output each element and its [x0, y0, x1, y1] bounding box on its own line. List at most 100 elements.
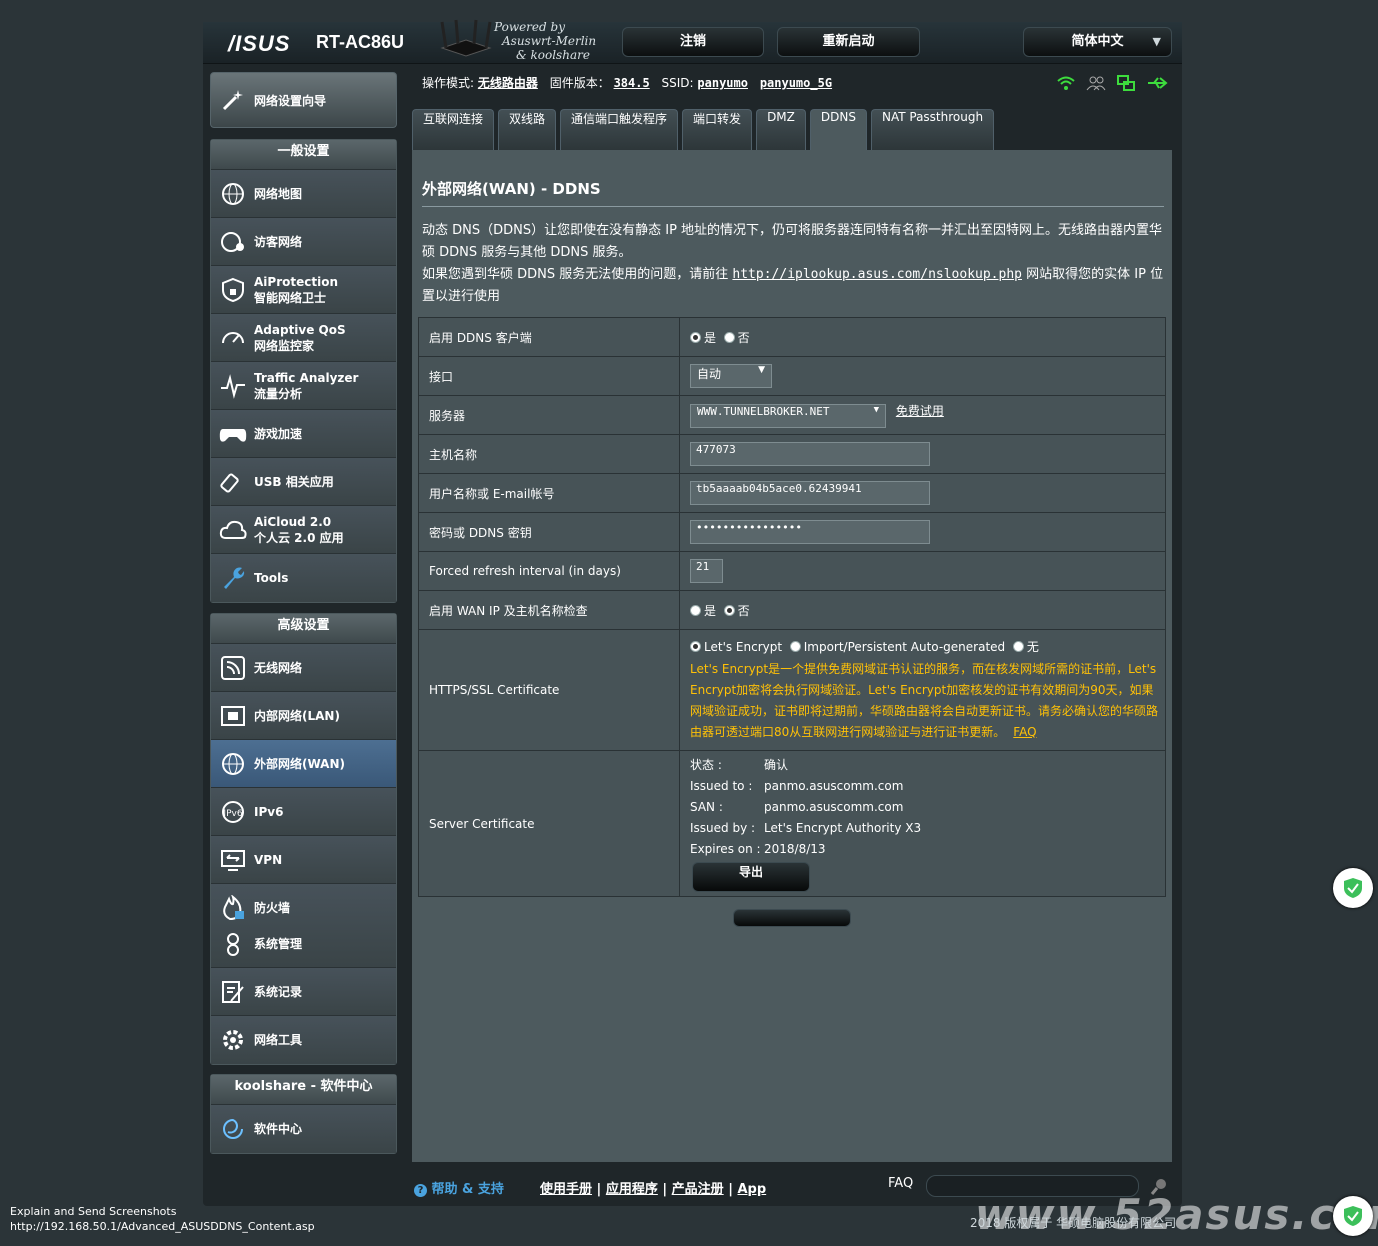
wizard-label: 网络设置向导 [254, 93, 327, 108]
tab-dual-wan[interactable]: 双线路 [498, 109, 557, 150]
row-hostname: 主机名称 477073 [418, 434, 1166, 474]
cert-expires: Expires on :2018/8/13 [690, 842, 826, 856]
apply-button[interactable] [733, 909, 851, 927]
wrench-icon [219, 564, 247, 592]
status-icons [1056, 74, 1168, 92]
router-icon [440, 19, 492, 57]
wanip-check-no-radio[interactable]: 否 [723, 604, 750, 618]
sidebar-item-tools[interactable]: Tools [211, 554, 396, 602]
hostname-input[interactable]: 477073 [690, 442, 930, 466]
interface-select[interactable]: 自动 ▼ [690, 364, 772, 388]
svg-text:IPv6: IPv6 [223, 809, 242, 819]
ssid-5-link[interactable]: panyumo_5G [760, 76, 832, 90]
security-shield-icon[interactable] [1333, 868, 1373, 908]
wifi-icon[interactable] [1056, 74, 1076, 92]
tab-port-trigger[interactable]: 通信端口触发程序 [560, 109, 679, 150]
field-label: 启用 WAN IP 及主机名称检查 [418, 590, 680, 630]
swirl-icon [219, 1115, 247, 1143]
status-line-1: Explain and Send Screenshots [10, 1205, 177, 1218]
iplookup-link[interactable]: http://iplookup.asus.com/nslookup.php [732, 267, 1022, 282]
refresh-interval-input[interactable]: 21 [690, 559, 723, 583]
https-import-radio[interactable]: Import/Persistent Auto-generated [789, 640, 1005, 654]
tab-virtual-server[interactable]: 端口转发 [682, 109, 753, 150]
register-link[interactable]: 产品注册 [672, 1182, 724, 1197]
status-line: 操作模式: 无线路由器 固件版本： 384.5 SSID: panyumo pa… [422, 76, 833, 90]
sidebar-item-administration[interactable]: 系统管理 [219, 926, 302, 962]
sidebar-item-aiprotection[interactable]: AiProtection 智能网络卫士 [211, 266, 396, 314]
sidebar-item-ipv6[interactable]: IPv6 IPv6 [211, 788, 396, 836]
language-select[interactable]: 简体中文 ▼ [1023, 27, 1172, 57]
network-setup-wizard[interactable]: 网络设置向导 [210, 72, 397, 128]
koolshare-menu: koolshare - 软件中心 软件中心 [210, 1074, 397, 1154]
network-icon[interactable] [1116, 74, 1136, 92]
asus-logo: /ISUS [228, 31, 291, 56]
language-label: 简体中文 [1071, 34, 1124, 49]
sidebar-item-network-tools[interactable]: 网络工具 [211, 1016, 396, 1064]
export-button[interactable]: 导出 [692, 862, 810, 892]
tab-nat-passthrough[interactable]: NAT Passthrough [870, 109, 995, 150]
password-input[interactable]: •••••••••••••••• [690, 520, 930, 544]
sidebar-item-software-center[interactable]: 软件中心 [211, 1105, 396, 1153]
app-link[interactable]: App [737, 1182, 766, 1197]
globe-icon [219, 750, 247, 778]
pulse-icon [219, 372, 247, 400]
sidebar-item-adaptive-qos[interactable]: Adaptive QoS 网络监控家 [211, 314, 396, 362]
row-server: 服务器 WWW.TUNNELBROKER.NET ▼ 免费试用 [418, 395, 1166, 435]
field-label: 用户名称或 E-mail帐号 [418, 473, 680, 513]
utility-link[interactable]: 应用程序 [606, 1182, 658, 1197]
tab-ddns[interactable]: DDNS [809, 109, 867, 150]
cert-issued-to: Issued to : panmo.asuscomm.com [690, 779, 904, 793]
cert-san: SAN : panmo.asuscomm.com [690, 800, 904, 814]
sidebar-group-firewall-admin: 防火墙 系统管理 [211, 884, 396, 968]
manual-link[interactable]: 使用手册 [540, 1182, 592, 1197]
status-line-2: http://192.168.50.1/Advanced_ASUSDDNS_Co… [10, 1220, 315, 1233]
sidebar-item-traffic-analyzer[interactable]: Traffic Analyzer 流量分析 [211, 362, 396, 410]
faq-label: FAQ [888, 1176, 914, 1191]
ssid-24-link[interactable]: panyumo [697, 76, 748, 90]
free-trial-link[interactable]: 免费试用 [896, 404, 944, 418]
faq-link[interactable]: FAQ [1013, 725, 1036, 739]
guest-network-icon [219, 228, 247, 256]
sidebar-item-vpn[interactable]: VPN [211, 836, 396, 884]
sidebar-item-game-boost[interactable]: 游戏加速 [211, 410, 396, 458]
sidebar-item-aicloud[interactable]: AiCloud 2.0 个人云 2.0 应用 [211, 506, 396, 554]
sidebar-item-wireless[interactable]: 无线网络 [211, 644, 396, 692]
username-input[interactable]: tb5aaaab04b5ace0.62439941 [690, 481, 930, 505]
sidebar-item-label: 外部网络(WAN) [254, 756, 345, 771]
cloud-icon [219, 516, 247, 544]
reboot-button[interactable]: 重新启动 [777, 27, 920, 57]
wanip-check-yes-radio[interactable]: 是 [690, 604, 716, 618]
sidebar-item-lan[interactable]: 内部网络(LAN) [211, 692, 396, 740]
sidebar-item-label: 网络工具 [254, 1033, 303, 1047]
ipv6-globe-icon: IPv6 [219, 798, 247, 826]
sidebar-item-network-map[interactable]: 网络地图 [211, 170, 396, 218]
wizard-wand-icon [219, 86, 247, 114]
sidebar-item-usb[interactable]: USB 相关应用 [211, 458, 396, 506]
wan-tabs: 互联网连接 双线路 通信端口触发程序 端口转发 DMZ DDNS NAT Pas… [412, 109, 995, 150]
logout-button[interactable]: 注销 [622, 27, 764, 57]
koolshare-header: koolshare - 软件中心 [211, 1075, 396, 1105]
row-refresh-interval: Forced refresh interval (in days) 21 [418, 551, 1166, 591]
server-select[interactable]: WWW.TUNNELBROKER.NET ▼ [690, 404, 886, 428]
sidebar-item-firewall[interactable]: 防火墙 [219, 890, 290, 926]
row-password: 密码或 DDNS 密钥 •••••••••••••••• [418, 512, 1166, 552]
lan-port-icon [219, 702, 247, 730]
tab-internet-connection[interactable]: 互联网连接 [412, 109, 495, 150]
op-mode-link[interactable]: 无线路由器 [478, 76, 538, 90]
advanced-settings-menu: 高级设置 无线网络 内部网络(LAN) 外部网络(WAN) IPv6 IPv6 … [210, 613, 397, 1065]
tab-dmz[interactable]: DMZ [756, 109, 806, 150]
help-support-link[interactable]: ? 帮助 & 支持 [414, 1178, 504, 1197]
firmware-link[interactable]: 384.5 [614, 76, 650, 90]
sidebar-item-guest-network[interactable]: 访客网络 [211, 218, 396, 266]
https-letsencrypt-radio[interactable]: Let's Encrypt [690, 640, 782, 654]
https-none-radio[interactable]: 无 [1012, 640, 1039, 654]
sidebar-item-wan[interactable]: 外部网络(WAN) [211, 740, 396, 788]
clients-icon[interactable] [1086, 74, 1106, 92]
security-shield-icon-2[interactable] [1333, 1196, 1373, 1236]
sidebar-item-system-log[interactable]: 系统记录 [211, 968, 396, 1016]
enable-ddns-yes-radio[interactable]: 是 [690, 331, 716, 345]
sidebar-item-label: Adaptive QoS 网络监控家 [254, 322, 346, 353]
row-server-cert: Server Certificate 状态 : 确认 Issued to : pan… [418, 750, 1166, 897]
usb-icon[interactable] [1146, 74, 1168, 92]
enable-ddns-no-radio[interactable]: 否 [723, 331, 750, 345]
